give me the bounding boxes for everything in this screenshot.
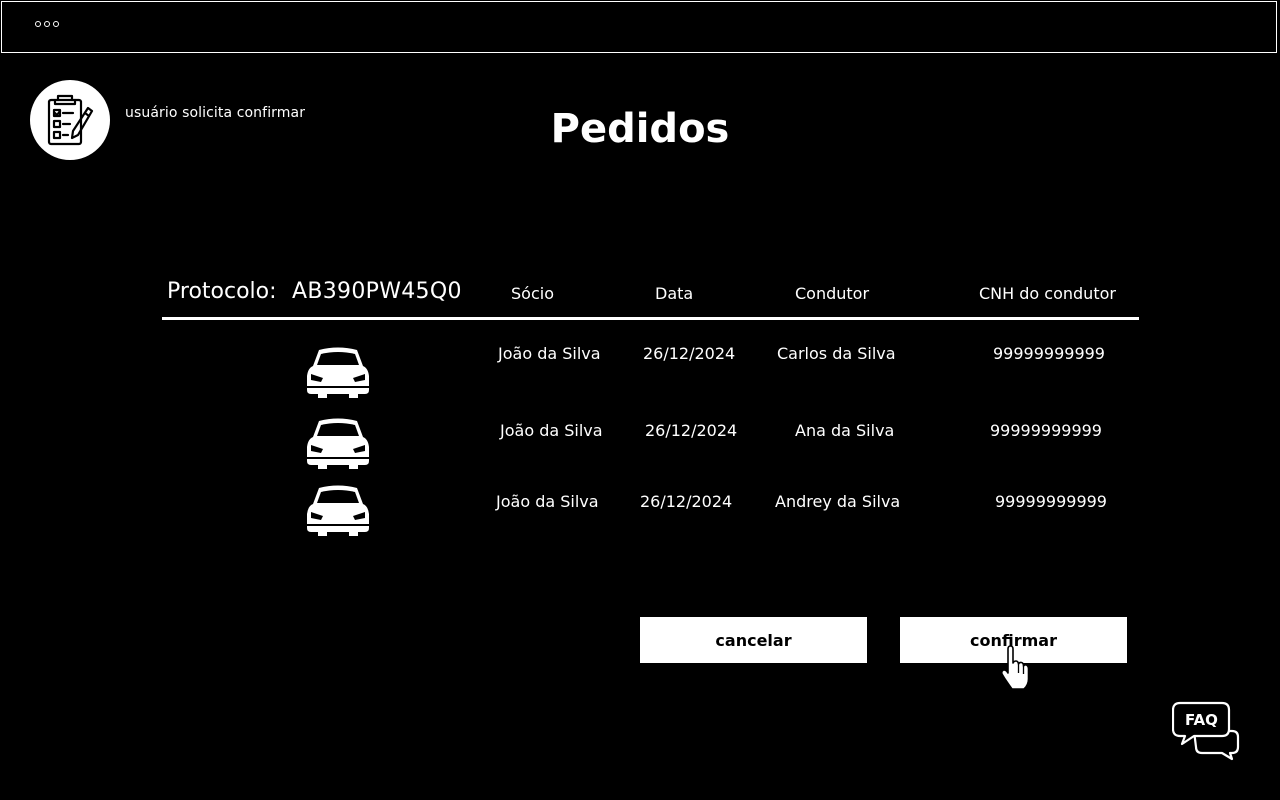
hand-pointer-icon xyxy=(1000,645,1030,690)
cell-cnh: 99999999999 xyxy=(995,492,1107,511)
window-dot[interactable] xyxy=(44,21,50,27)
cell-data: 26/12/2024 xyxy=(640,492,733,511)
protocol-label: Protocolo: xyxy=(167,279,277,304)
cell-condutor: Andrey da Silva xyxy=(775,492,901,511)
chat-bubbles-icon xyxy=(1171,701,1240,761)
window-dot[interactable] xyxy=(53,21,59,27)
cell-data: 26/12/2024 xyxy=(645,421,738,440)
table-row[interactable]: João da Silva 26/12/2024 Carlos da Silva… xyxy=(0,340,1280,400)
faq-label: FAQ xyxy=(1185,711,1218,729)
faq-button[interactable]: FAQ xyxy=(1171,701,1242,761)
protocol-value: AB390PW45Q0 xyxy=(292,279,462,304)
table-row[interactable]: João da Silva 26/12/2024 Ana da Silva 99… xyxy=(0,417,1280,477)
window-controls xyxy=(35,21,59,27)
cancel-button[interactable]: cancelar xyxy=(640,617,867,663)
cell-socio: João da Silva xyxy=(496,492,599,511)
table-header-divider xyxy=(162,317,1139,320)
car-icon xyxy=(307,347,369,398)
window-titlebar xyxy=(1,1,1277,53)
column-header-cnh: CNH do condutor xyxy=(979,284,1116,303)
car-icon xyxy=(307,418,369,469)
cell-cnh: 99999999999 xyxy=(993,344,1105,363)
table-row[interactable]: João da Silva 26/12/2024 Andrey da Silva… xyxy=(0,485,1280,548)
cell-socio: João da Silva xyxy=(500,421,603,440)
car-icon xyxy=(307,485,369,536)
window-dot[interactable] xyxy=(35,21,41,27)
page-title: Pedidos xyxy=(550,106,730,152)
column-header-data: Data xyxy=(655,284,694,303)
cell-cnh: 99999999999 xyxy=(990,421,1102,440)
column-header-condutor: Condutor xyxy=(795,284,870,303)
cell-socio: João da Silva xyxy=(498,344,601,363)
cell-condutor: Ana da Silva xyxy=(795,421,895,440)
cell-data: 26/12/2024 xyxy=(643,344,736,363)
column-header-socio: Sócio xyxy=(511,284,554,303)
cell-condutor: Carlos da Silva xyxy=(777,344,896,363)
